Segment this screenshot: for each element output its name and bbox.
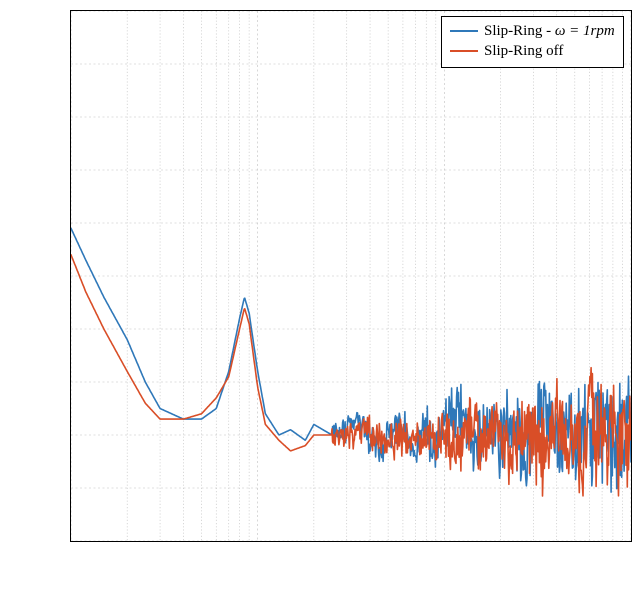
legend-label-0: Slip-Ring - ω = 1rpm (484, 21, 615, 41)
legend: Slip-Ring - ω = 1rpm Slip-Ring off (441, 16, 624, 68)
legend-item-0: Slip-Ring - ω = 1rpm (450, 21, 615, 41)
series-1 (71, 255, 631, 496)
chart-svg (71, 11, 631, 541)
series-0 (71, 228, 631, 492)
legend-swatch-1 (450, 50, 478, 52)
chart-plot-area (70, 10, 632, 542)
legend-item-1: Slip-Ring off (450, 41, 615, 61)
legend-label-1: Slip-Ring off (484, 41, 563, 61)
legend-swatch-0 (450, 30, 478, 32)
